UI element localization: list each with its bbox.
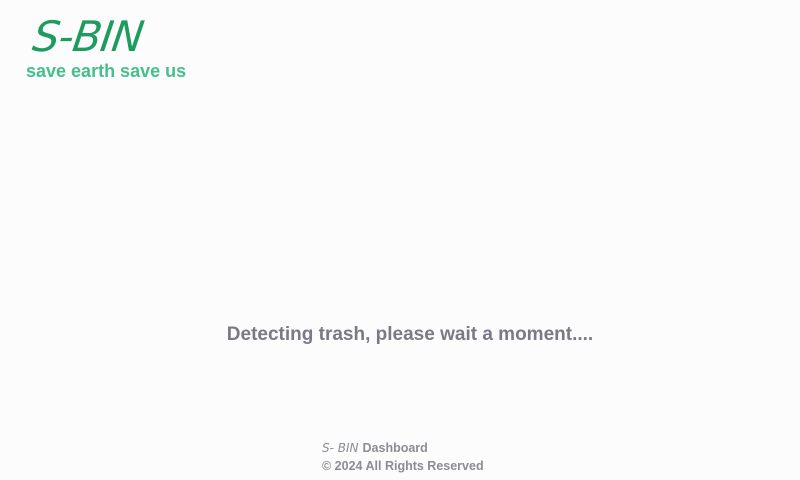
footer: S- BIN Dashboard © 2024 All Rights Reserv… — [322, 439, 484, 475]
brand-tagline: save earth save us — [26, 61, 187, 81]
footer-title-line: S- BIN Dashboard — [322, 439, 484, 457]
footer-copyright: © 2024 All Rights Reserved — [322, 459, 484, 473]
brand-header: S-BIN save earth save us — [26, 12, 187, 82]
footer-title: Dashboard — [362, 441, 428, 455]
app-logo: S-BIN — [29, 12, 147, 61]
detection-status-message: Detecting trash, please wait a moment...… — [226, 324, 594, 345]
footer-logo: S- BIN — [322, 441, 359, 455]
